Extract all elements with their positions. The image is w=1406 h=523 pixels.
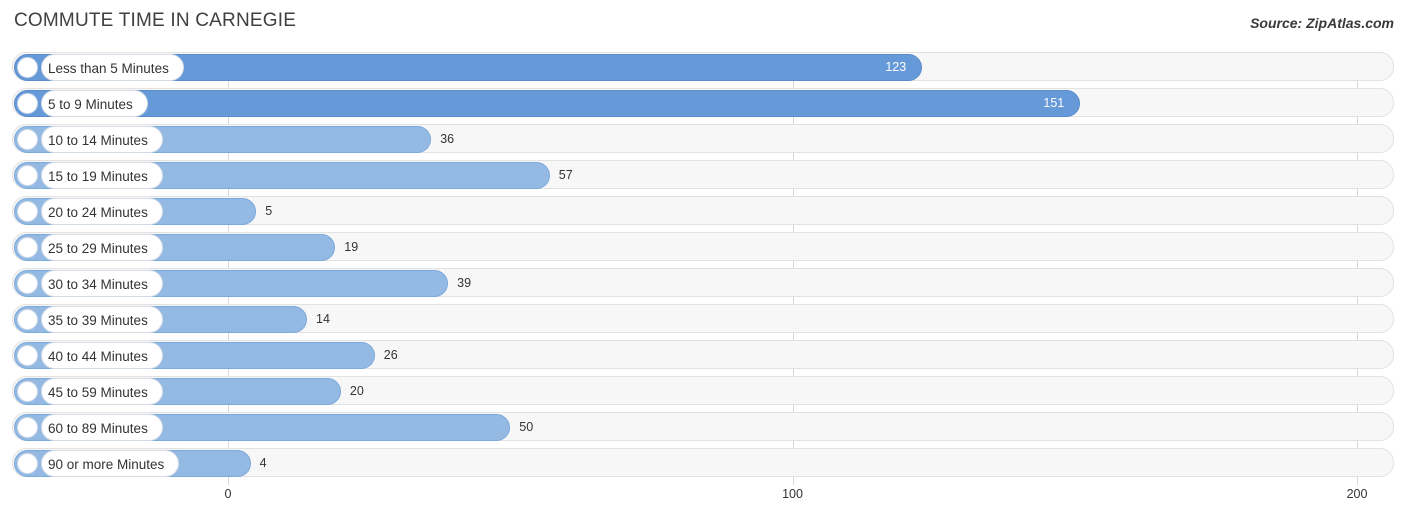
bar-row: 60 to 89 Minutes 50 bbox=[12, 412, 1394, 441]
category-label: 30 to 34 Minutes bbox=[41, 270, 163, 297]
bar-cap-icon bbox=[17, 309, 38, 330]
category-label: 20 to 24 Minutes bbox=[41, 198, 163, 225]
category-label: 15 to 19 Minutes bbox=[41, 162, 163, 189]
bar-row: Less than 5 Minutes 123 bbox=[12, 52, 1394, 81]
value-label: 57 bbox=[558, 168, 573, 182]
x-axis: 0 100 200 bbox=[12, 487, 1394, 511]
bar-cap-icon bbox=[17, 201, 38, 222]
bar-cap-icon bbox=[17, 129, 38, 150]
category-label: 45 to 59 Minutes bbox=[41, 378, 163, 405]
category-label: 40 to 44 Minutes bbox=[41, 342, 163, 369]
bar-row: 40 to 44 Minutes 26 bbox=[12, 340, 1394, 369]
value-label: 36 bbox=[440, 132, 455, 146]
category-label: 90 or more Minutes bbox=[41, 450, 180, 477]
bar-row: 45 to 59 Minutes 20 bbox=[12, 376, 1394, 405]
value-label: 39 bbox=[457, 276, 472, 290]
bar-cap-icon bbox=[17, 417, 38, 438]
page-title: COMMUTE TIME IN CARNEGIE bbox=[14, 10, 297, 31]
bar bbox=[14, 90, 1081, 117]
category-label: 35 to 39 Minutes bbox=[41, 306, 163, 333]
value-label: 50 bbox=[519, 420, 534, 434]
value-label: 123 bbox=[885, 60, 907, 74]
category-label: Less than 5 Minutes bbox=[41, 54, 184, 81]
bar-cap-icon bbox=[17, 273, 38, 294]
category-label: 60 to 89 Minutes bbox=[41, 414, 163, 441]
plot-area: Less than 5 Minutes 123 5 to 9 Minutes 151 1… bbox=[12, 52, 1394, 485]
chart-page: COMMUTE TIME IN CARNEGIE Source: ZipAtla… bbox=[0, 0, 1406, 523]
value-label: 20 bbox=[349, 384, 364, 398]
bar-row: 5 to 9 Minutes 151 bbox=[12, 88, 1394, 117]
value-label: 5 bbox=[265, 204, 273, 218]
value-label: 26 bbox=[383, 348, 398, 362]
bar-row: 25 to 29 Minutes 19 bbox=[12, 232, 1394, 261]
bar-cap-icon bbox=[17, 345, 38, 366]
x-tick-label: 100 bbox=[782, 487, 803, 501]
category-label: 5 to 9 Minutes bbox=[41, 90, 148, 117]
bar-row: 35 to 39 Minutes 14 bbox=[12, 304, 1394, 333]
value-label: 4 bbox=[259, 456, 267, 470]
x-tick-label: 200 bbox=[1346, 487, 1368, 501]
bar-row: 20 to 24 Minutes 5 bbox=[12, 196, 1394, 225]
category-label: 25 to 29 Minutes bbox=[41, 234, 163, 261]
bar-row: 30 to 34 Minutes 39 bbox=[12, 268, 1394, 297]
bar-cap-icon bbox=[17, 165, 38, 186]
source-attribution: Source: ZipAtlas.com bbox=[1250, 15, 1394, 31]
value-label: 151 bbox=[1043, 96, 1065, 110]
value-label: 14 bbox=[316, 312, 330, 326]
bar-row: 10 to 14 Minutes 36 bbox=[12, 124, 1394, 153]
bar-cap-icon bbox=[17, 237, 38, 258]
bar-cap-icon bbox=[17, 57, 38, 78]
bar-row: 90 or more Minutes 4 bbox=[12, 448, 1394, 477]
category-label: 10 to 14 Minutes bbox=[41, 126, 163, 153]
bar-row: 15 to 19 Minutes 57 bbox=[12, 160, 1394, 189]
x-tick-label: 0 bbox=[224, 487, 232, 501]
bar-cap-icon bbox=[17, 381, 38, 402]
value-label: 19 bbox=[344, 240, 359, 254]
bar-cap-icon bbox=[17, 453, 38, 474]
bar-cap-icon bbox=[17, 93, 38, 114]
